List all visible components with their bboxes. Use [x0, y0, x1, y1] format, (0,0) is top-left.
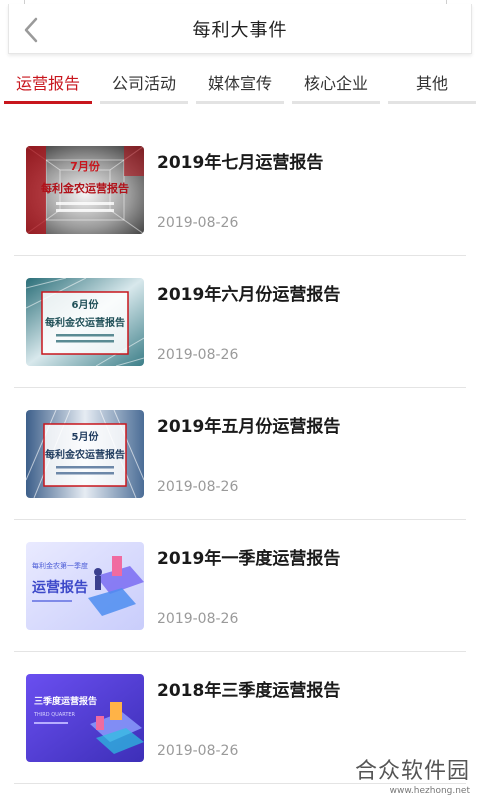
list-item[interactable]: 5月份 每利金农运营报告 2019年五月份运营报告 2019-08-26	[14, 388, 466, 520]
report-list: 7月份 每利金农运营报告 2019年七月运营报告 2019-08-26 6月份 …	[14, 124, 466, 784]
thumb-headline: 每利金农运营报告	[45, 448, 125, 461]
tab-label: 运营报告	[15, 74, 80, 93]
chevron-left-icon	[24, 17, 38, 43]
report-date: 2019-08-26	[157, 743, 239, 759]
report-title: 2019年一季度运营报告	[157, 549, 341, 569]
report-thumbnail: 三季度运营报告 THIRD QUARTER	[26, 674, 144, 762]
report-date: 2019-08-26	[157, 215, 239, 231]
tab-core-enterprise[interactable]: 核心企业	[288, 58, 384, 106]
thumb-month: 三季度运营报告	[34, 695, 97, 707]
page-title: 每利大事件	[192, 19, 288, 41]
tab-media[interactable]: 媒体宣传	[192, 58, 288, 106]
thumb-month: 5月份	[72, 430, 100, 443]
tab-label: 其他	[415, 74, 448, 93]
report-date: 2019-08-26	[157, 347, 239, 363]
watermark: 合众软件园 www.hezhong.net	[355, 753, 470, 796]
report-title: 2019年七月运营报告	[157, 153, 324, 173]
tab-indicator	[292, 101, 380, 104]
category-tabs: 运营报告 公司活动 媒体宣传 核心企业 其他	[0, 58, 480, 106]
app-screen: 每利大事件 运营报告 公司活动 媒体宣传 核心企业 其他 7月份 每利金农运营报…	[0, 0, 480, 800]
report-thumbnail: 5月份 每利金农运营报告	[26, 410, 144, 498]
tab-other[interactable]: 其他	[384, 58, 480, 106]
report-date: 2019-08-26	[157, 611, 239, 627]
report-title: 2019年六月份运营报告	[157, 285, 341, 305]
back-button[interactable]	[13, 12, 49, 48]
thumb-month: 7月份	[70, 159, 101, 173]
thumb-month: 每利金农第一季度	[32, 561, 88, 570]
list-item[interactable]: 每利金农第一季度 运营报告 2019年一季度运营报告 2019-08-26	[14, 520, 466, 652]
thumb-headline: THIRD QUARTER	[33, 712, 76, 718]
report-title: 2019年五月份运营报告	[157, 417, 341, 437]
top-bar: 每利大事件	[8, 4, 472, 54]
tab-label: 公司活动	[111, 74, 176, 93]
tab-operation-report[interactable]: 运营报告	[0, 58, 96, 106]
list-item[interactable]: 6月份 每利金农运营报告 2019年六月份运营报告 2019-08-26	[14, 256, 466, 388]
report-thumbnail: 6月份 每利金农运营报告	[26, 278, 144, 366]
watermark-url: www.hezhong.net	[389, 786, 470, 796]
list-item[interactable]: 7月份 每利金农运营报告 2019年七月运营报告 2019-08-26	[14, 124, 466, 256]
tab-indicator	[388, 101, 476, 104]
watermark-text: 合众软件园	[354, 759, 470, 784]
tab-label: 媒体宣传	[207, 74, 272, 93]
report-date: 2019-08-26	[157, 479, 239, 495]
tab-indicator	[4, 101, 92, 104]
thumb-month: 6月份	[72, 298, 100, 311]
tab-indicator	[100, 101, 188, 104]
tab-indicator	[196, 101, 284, 104]
report-title: 2018年三季度运营报告	[157, 681, 341, 701]
report-thumbnail: 7月份 每利金农运营报告	[26, 146, 144, 234]
thumb-headline: 每利金农运营报告	[41, 181, 129, 195]
thumb-headline: 运营报告	[32, 579, 88, 596]
report-thumbnail: 每利金农第一季度 运营报告	[26, 542, 144, 630]
tab-company-events[interactable]: 公司活动	[96, 58, 192, 106]
thumb-headline: 每利金农运营报告	[45, 316, 125, 329]
tab-label: 核心企业	[303, 74, 368, 93]
